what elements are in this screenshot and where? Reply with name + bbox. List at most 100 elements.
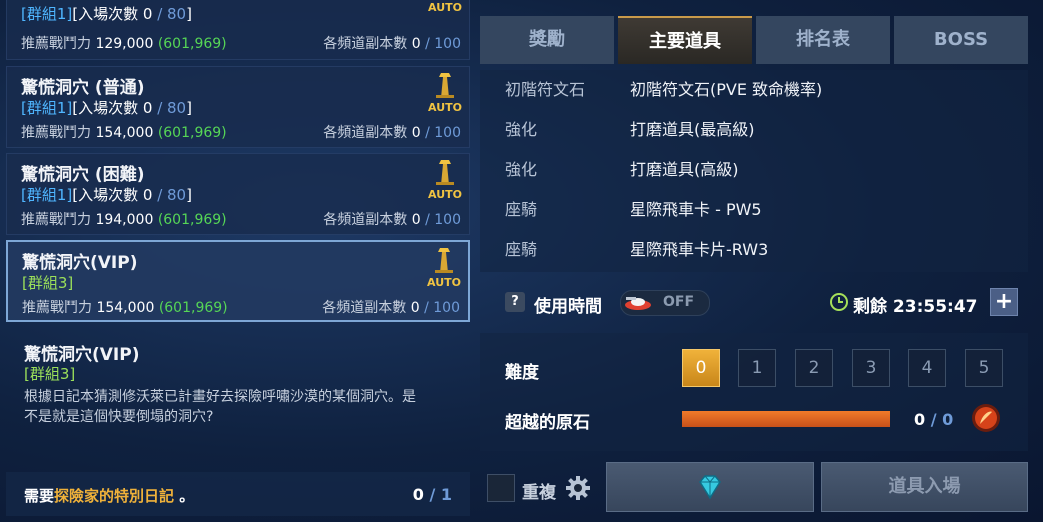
item-name: 星際飛車卡片-RW3: [630, 240, 769, 259]
remaining-time: 23:55:47: [892, 297, 978, 317]
power-current: (601,969): [158, 300, 228, 316]
remaining-label: 剩餘: [853, 297, 893, 317]
entries-count: 0: [142, 99, 153, 117]
entries-label: [入場次數: [72, 186, 143, 204]
item-row[interactable]: 強化 打磨道具(高級): [480, 150, 1028, 190]
entries-max: 80: [167, 186, 187, 204]
difficulty-level-2[interactable]: 2: [795, 349, 833, 387]
item-category: 座騎: [505, 200, 538, 219]
repeat-label: 重複: [522, 483, 556, 503]
tab-ranking[interactable]: 排名表: [756, 16, 890, 64]
power-current: (601,969): [157, 125, 227, 141]
auto-badge: AUTO: [426, 246, 462, 289]
group-tag: [群組1]: [21, 99, 73, 117]
item-list: 初階符文石 初階符文石(PVE 致命機率) 強化 打磨道具(最高級) 強化 打磨…: [480, 70, 1028, 272]
item-row[interactable]: 座騎 星際飛車卡 - PW5: [480, 190, 1028, 230]
dungeon-description: 驚慌洞穴(VIP) [群組3] 根據日記本猜測修沃萊已計畫好去探險呼嘯沙漠的某個…: [6, 330, 470, 458]
stone-have: 0: [914, 410, 926, 429]
requirement-prefix: 需要: [24, 487, 55, 505]
power-value: 154,000: [96, 300, 155, 316]
power-value: 129,000: [95, 36, 154, 52]
stone-label: 超越的原石: [505, 413, 590, 433]
requirement-suffix: 。: [174, 487, 195, 505]
power-current: (601,969): [157, 212, 227, 228]
channel-count: 0: [411, 36, 421, 52]
item-category: 初階符文石: [505, 80, 586, 99]
channel-count: 0: [411, 125, 421, 141]
description-title: 驚慌洞穴(VIP): [24, 345, 140, 365]
add-time-button[interactable]: +: [990, 288, 1018, 316]
tab-boss[interactable]: BOSS: [894, 16, 1028, 64]
entries-count: 0: [142, 186, 153, 204]
description-text-2: 不是就是這個快要倒塌的洞穴?: [24, 409, 214, 425]
stone-progress-bar: [682, 411, 890, 427]
description-text-1: 根據日記本猜測修沃萊已計畫好去探險呼嘯沙漠的某個洞穴。是: [24, 389, 416, 405]
dungeon-card-normal[interactable]: 驚慌洞穴 (普通) [群組1][入場次數 0 / 80] 推薦戰鬥力 154,0…: [6, 66, 470, 148]
entries-count: 0: [142, 5, 153, 23]
dungeon-card-hard[interactable]: 驚慌洞穴 (困難) [群組1][入場次數 0 / 80] 推薦戰鬥力 194,0…: [6, 153, 470, 235]
item-name: 打磨道具(高級): [630, 160, 739, 179]
dungeon-card-vip[interactable]: 驚慌洞穴(VIP) [群組3] 推薦戰鬥力 154,000 (601,969) …: [6, 240, 470, 322]
channel-count: 0: [411, 212, 421, 228]
group-tag: [群組1]: [21, 186, 73, 204]
difficulty-level-1[interactable]: 1: [738, 349, 776, 387]
difficulty-level-3[interactable]: 3: [852, 349, 890, 387]
repeat-checkbox[interactable]: [487, 474, 515, 502]
difficulty-level-5[interactable]: 5: [965, 349, 1003, 387]
dungeon-card-partial[interactable]: [群組1][入場次數 0 / 80] 推薦戰鬥力 129,000 (601,96…: [6, 0, 470, 60]
power-value: 194,000: [95, 212, 154, 228]
usage-time-label: 使用時間: [534, 297, 602, 317]
tower-icon: [436, 160, 454, 185]
power-label: 推薦戰鬥力: [21, 125, 96, 141]
power-value: 154,000: [95, 125, 154, 141]
usage-help-button[interactable]: ?: [505, 292, 525, 312]
power-label: 推薦戰鬥力: [21, 212, 96, 228]
diamond-icon: [699, 475, 721, 500]
clock-icon: [830, 293, 848, 311]
group-tag: [群組1]: [21, 5, 73, 23]
requirement-item: 探險家的特別日記: [54, 487, 175, 505]
item-row[interactable]: 強化 打磨道具(最高級): [480, 110, 1028, 150]
entries-label: [入場次數: [72, 99, 143, 117]
requirement-have: 0: [412, 485, 424, 504]
auto-badge: AUTO: [428, 1, 462, 14]
item-category: 強化: [505, 160, 538, 179]
dungeon-title: 驚慌洞穴 (困難): [21, 165, 145, 185]
dungeon-title: 驚慌洞穴 (普通): [21, 78, 145, 98]
channel-label: 各頻道副本數: [322, 300, 411, 316]
channel-max: 100: [433, 300, 460, 316]
difficulty-level-0[interactable]: 0: [682, 349, 720, 387]
description-group: [群組3]: [24, 365, 76, 383]
flying-car-icon: [625, 297, 651, 310]
entries-max: 80: [167, 5, 187, 23]
auto-badge: AUTO: [427, 71, 463, 114]
power-label: 推薦戰鬥力: [21, 36, 96, 52]
tab-main-items[interactable]: 主要道具: [618, 16, 752, 64]
item-name: 打磨道具(最高級): [630, 120, 755, 139]
channel-label: 各頻道副本數: [323, 36, 412, 52]
transcend-stone-icon: [972, 404, 1000, 432]
tab-rewards[interactable]: 獎勵: [480, 16, 614, 64]
item-name: 星際飛車卡 - PW5: [630, 200, 762, 219]
channel-label: 各頻道副本數: [323, 125, 412, 141]
requirement-need: 1: [440, 485, 452, 504]
item-name: 初階符文石(PVE 致命機率): [630, 80, 823, 99]
item-category: 座騎: [505, 240, 538, 259]
item-row[interactable]: 初階符文石 初階符文石(PVE 致命機率): [480, 70, 1028, 110]
stone-progress-fill: [682, 411, 890, 427]
entries-label: [入場次數: [72, 5, 143, 23]
channel-max: 100: [434, 125, 461, 141]
item-row[interactable]: 座騎 星際飛車卡片-RW3: [480, 230, 1028, 270]
requirement-bar: 需要探險家的特別日記 。 0 / 1: [6, 472, 470, 516]
gear-icon[interactable]: [564, 474, 592, 502]
usage-toggle[interactable]: OFF: [620, 290, 710, 316]
diamond-enter-button[interactable]: [606, 462, 814, 512]
item-enter-button[interactable]: 道具入場: [821, 462, 1028, 512]
power-label: 推薦戰鬥力: [22, 300, 97, 316]
usage-toggle-state: OFF: [663, 294, 695, 310]
channel-count: 0: [410, 300, 420, 316]
channel-max: 100: [434, 212, 461, 228]
dungeon-title: 驚慌洞穴(VIP): [22, 253, 138, 273]
item-category: 強化: [505, 120, 538, 139]
difficulty-level-4[interactable]: 4: [908, 349, 946, 387]
